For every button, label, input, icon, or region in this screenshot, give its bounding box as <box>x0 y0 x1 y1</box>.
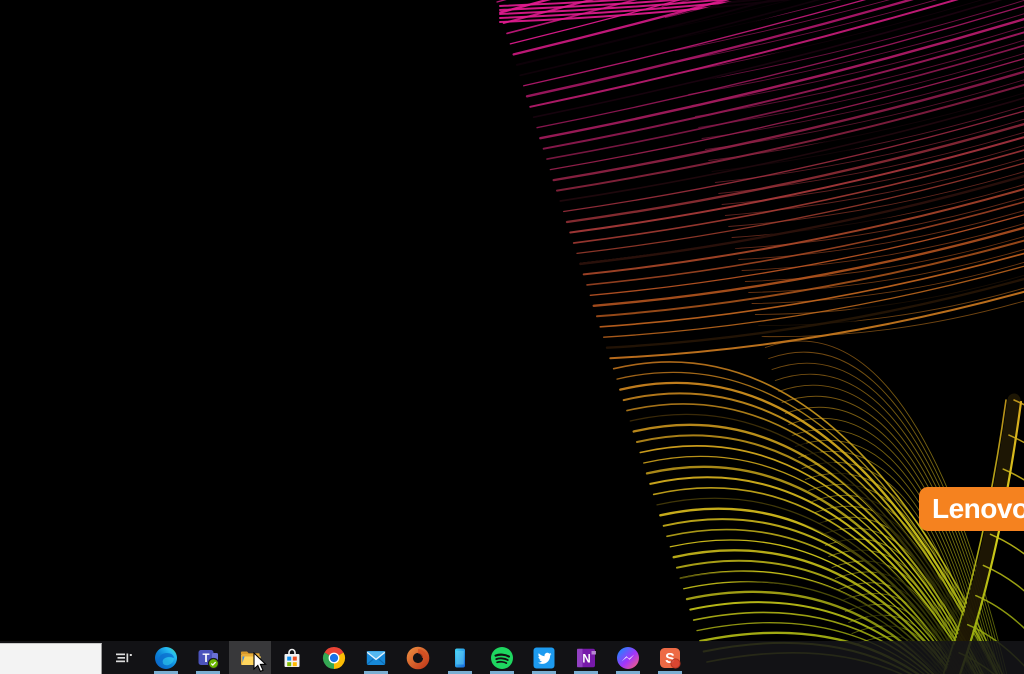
lenovo-badge: Lenovo <box>919 487 1024 531</box>
mail-icon <box>364 646 388 670</box>
taskbar-buttons: T <box>103 641 691 674</box>
taskbar-button-task-view[interactable] <box>103 641 145 674</box>
messenger-icon <box>616 646 640 670</box>
snagit-capture-badge <box>671 658 680 667</box>
taskbar-button-messenger[interactable] <box>607 641 649 674</box>
taskbar-button-onenote[interactable]: N <box>565 641 607 674</box>
taskbar-button-snagit[interactable]: S <box>649 641 691 674</box>
taskbar-button-spotify[interactable] <box>481 641 523 674</box>
task-view-icon <box>112 646 136 670</box>
taskbar-button-office[interactable] <box>397 641 439 674</box>
svg-text:N: N <box>582 653 590 665</box>
taskbar-button-chrome[interactable] <box>313 641 355 674</box>
taskbar: T <box>0 641 1024 674</box>
twitter-icon <box>532 646 556 670</box>
taskbar-button-teams[interactable]: T <box>187 641 229 674</box>
taskbar-button-your-phone[interactable] <box>439 641 481 674</box>
taskbar-button-mail[interactable] <box>355 641 397 674</box>
lenovo-badge-label: Lenovo <box>932 493 1024 525</box>
snagit-icon: S <box>658 646 682 670</box>
taskbar-button-edge[interactable] <box>145 641 187 674</box>
taskbar-search-box[interactable] <box>0 643 102 674</box>
edge-icon <box>154 646 178 670</box>
taskbar-button-twitter[interactable] <box>523 641 565 674</box>
your-phone-icon <box>448 646 472 670</box>
chrome-icon <box>322 646 346 670</box>
office-icon <box>406 646 430 670</box>
teams-icon: T <box>196 646 220 670</box>
taskbar-button-file-explorer[interactable] <box>229 641 271 674</box>
file-explorer-icon <box>238 646 262 670</box>
store-icon <box>280 646 304 670</box>
spotify-icon <box>490 646 514 670</box>
desktop: Lenovo <box>0 0 1024 674</box>
wallpaper-feather <box>0 0 1024 674</box>
taskbar-button-store[interactable] <box>271 641 313 674</box>
onenote-icon: N <box>574 646 598 670</box>
